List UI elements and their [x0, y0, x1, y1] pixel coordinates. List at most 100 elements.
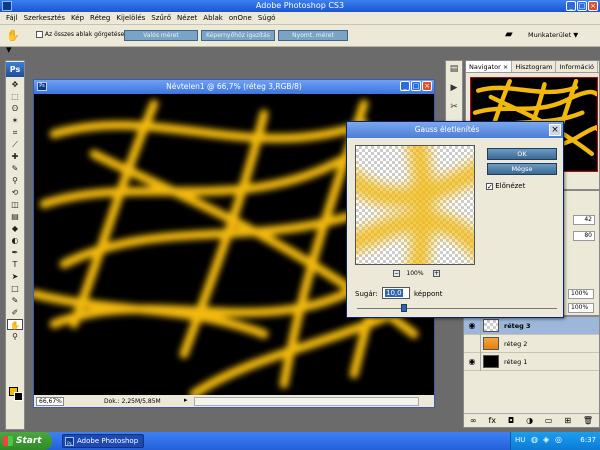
mask-icon[interactable]: ◘: [508, 414, 514, 427]
horizontal-scrollbar[interactable]: [194, 397, 419, 406]
radius-label: Sugár:: [355, 290, 378, 298]
history-brush-icon[interactable]: ⟲: [7, 187, 23, 198]
workspace-icon[interactable]: ▰: [505, 29, 521, 41]
taskbar-photoshop-item[interactable]: Ps Adobe Photoshop CS3: [62, 434, 144, 450]
language-indicator[interactable]: HU: [515, 436, 525, 444]
value-field-2[interactable]: 80: [573, 231, 595, 241]
slice-icon[interactable]: ⟋: [7, 139, 23, 150]
ok-button[interactable]: OK: [487, 148, 557, 160]
actions-panel-icon[interactable]: ▶: [447, 83, 461, 96]
path-select-icon[interactable]: ➤: [7, 271, 23, 282]
system-tray: HU ◍ ◈ ◎ 6:37: [510, 432, 600, 450]
dodge-icon[interactable]: ◐: [7, 235, 23, 246]
layer-row[interactable]: réteg 2: [464, 335, 599, 353]
zoom-in-button[interactable]: +: [433, 270, 440, 277]
start-button[interactable]: Start: [0, 432, 52, 450]
tools-panel: Ps ✥ ⬚ ʘ ✶ ⌗ ⟋ ✚ ✎ ⚲ ⟲ ◫ ▤ ◆ ◐ ✒ T ➤ □ ✎ ✐ ✋ ⚲: [5, 60, 25, 430]
crop-icon[interactable]: ⌗: [7, 127, 23, 138]
value-field-1[interactable]: 42: [573, 215, 595, 225]
menu-image[interactable]: Kép: [68, 12, 87, 24]
scroll-all-windows-option[interactable]: Az összes ablak görgetése: [36, 31, 124, 38]
eyedropper-icon[interactable]: ✐: [7, 307, 23, 318]
menu-filter[interactable]: Szűrő: [148, 12, 174, 24]
close-button[interactable]: ×: [588, 1, 598, 11]
blur-preview[interactable]: [355, 145, 475, 265]
layer-row[interactable]: ◉ réteg 1: [464, 353, 599, 371]
doc-minimize-button[interactable]: _: [400, 81, 410, 91]
notes-icon[interactable]: ✎: [7, 295, 23, 306]
new-layer-icon[interactable]: ⊞: [564, 414, 571, 427]
menu-edit[interactable]: Szerkesztés: [21, 12, 68, 24]
menu-bar: Fájl Szerkesztés Kép Réteg Kijelölés Szű…: [0, 12, 600, 25]
history-panel-icon[interactable]: ▤: [447, 64, 461, 77]
scroll-all-checkbox[interactable]: [36, 31, 43, 38]
document-titlebar[interactable]: Ps Névtelen1 @ 66,7% (réteg 3,RGB/8) _ □…: [34, 80, 434, 94]
eraser-icon[interactable]: ◫: [7, 199, 23, 210]
radius-slider-track[interactable]: [357, 308, 557, 309]
magic-wand-icon[interactable]: ✶: [7, 115, 23, 126]
document-info[interactable]: Dok.: 2,25M/5,85M: [104, 398, 161, 405]
fx-icon[interactable]: fx: [488, 414, 496, 427]
tools-options-icon[interactable]: ✂: [447, 102, 461, 115]
cancel-button[interactable]: Mégse: [487, 163, 557, 175]
menu-file[interactable]: Fájl: [3, 12, 21, 24]
dialog-close-button[interactable]: ×: [549, 124, 561, 136]
fill-field[interactable]: 100%: [568, 303, 594, 313]
type-icon[interactable]: T: [7, 259, 23, 270]
actual-pixels-button[interactable]: Valós méret: [124, 30, 198, 41]
document-status-bar: 66,67% Dok.: 2,25M/5,85M ▸: [34, 395, 434, 407]
shape-icon[interactable]: □: [7, 283, 23, 294]
layer-row[interactable]: ◉ réteg 3: [464, 317, 599, 335]
zoom-icon[interactable]: ⚲: [7, 331, 23, 342]
fit-screen-button[interactable]: Képernyőhöz igazítás: [201, 30, 275, 41]
gradient-icon[interactable]: ▤: [7, 211, 23, 222]
menu-select[interactable]: Kijelölés: [113, 12, 148, 24]
status-arrow-icon[interactable]: ▸: [184, 396, 188, 404]
menu-window[interactable]: Ablak: [200, 12, 226, 24]
pen-icon[interactable]: ✒: [7, 247, 23, 258]
link-icon[interactable]: ∞: [470, 414, 477, 427]
tab-histogram[interactable]: Hisztogram: [512, 61, 557, 72]
background-color-swatch[interactable]: [14, 392, 23, 401]
menu-onone[interactable]: onOne: [226, 12, 255, 24]
radius-slider-thumb[interactable]: [401, 304, 407, 312]
healing-icon[interactable]: ✚: [7, 151, 23, 162]
layers-footer: ∞ fx ◘ ◑ ▭ ⊞ 🗑: [464, 413, 599, 427]
opacity-field[interactable]: 100%: [568, 289, 594, 299]
menu-layer[interactable]: Réteg: [87, 12, 113, 24]
options-bar: ✋▾ Az összes ablak görgetése Valós méret…: [0, 25, 600, 56]
folder-icon[interactable]: ▭: [545, 414, 553, 427]
workspace-menu[interactable]: Munkaterület ▼: [528, 31, 578, 39]
hand-icon[interactable]: ✋: [7, 319, 23, 330]
lasso-icon[interactable]: ʘ: [7, 103, 23, 114]
security-icon[interactable]: ◈: [543, 435, 549, 444]
taskbar: Start Ps Adobe Photoshop CS3 HU ◍ ◈ ◎ 6:…: [0, 432, 600, 450]
trash-icon[interactable]: 🗑: [583, 414, 593, 427]
preview-option[interactable]: Előnézet: [486, 182, 525, 190]
doc-close-button[interactable]: ×: [422, 81, 432, 91]
doc-maximize-button[interactable]: □: [411, 81, 421, 91]
tab-info[interactable]: Információ: [556, 61, 598, 72]
tab-navigator[interactable]: Navigator ×: [466, 61, 513, 72]
hand-tool-preset-icon[interactable]: ✋▾: [6, 29, 24, 56]
blur-icon[interactable]: ◆: [7, 223, 23, 234]
print-size-button[interactable]: Nyomt. méret: [278, 30, 348, 41]
volume-icon[interactable]: ◎: [555, 435, 562, 444]
preview-checkbox[interactable]: [486, 182, 493, 190]
menu-view[interactable]: Nézet: [174, 12, 200, 24]
marquee-icon[interactable]: ⬚: [7, 91, 23, 102]
dialog-titlebar[interactable]: Gauss életlenítés ×: [347, 122, 563, 138]
menu-help[interactable]: Súgó: [255, 12, 279, 24]
minimize-button[interactable]: _: [566, 1, 576, 11]
maximize-button[interactable]: □: [577, 1, 587, 11]
stamp-icon[interactable]: ⚲: [7, 175, 23, 186]
eye-off-icon[interactable]: [467, 338, 477, 349]
adjustment-icon[interactable]: ◑: [526, 414, 533, 427]
eye-icon[interactable]: ◉: [467, 320, 477, 331]
zoom-field[interactable]: 66,67%: [36, 397, 64, 406]
brush-icon[interactable]: ✎: [7, 163, 23, 174]
move-icon[interactable]: ✥: [7, 79, 23, 90]
radius-input[interactable]: 10,0: [382, 287, 410, 299]
network-icon[interactable]: ◍: [531, 435, 538, 444]
eye-icon[interactable]: ◉: [467, 356, 477, 367]
